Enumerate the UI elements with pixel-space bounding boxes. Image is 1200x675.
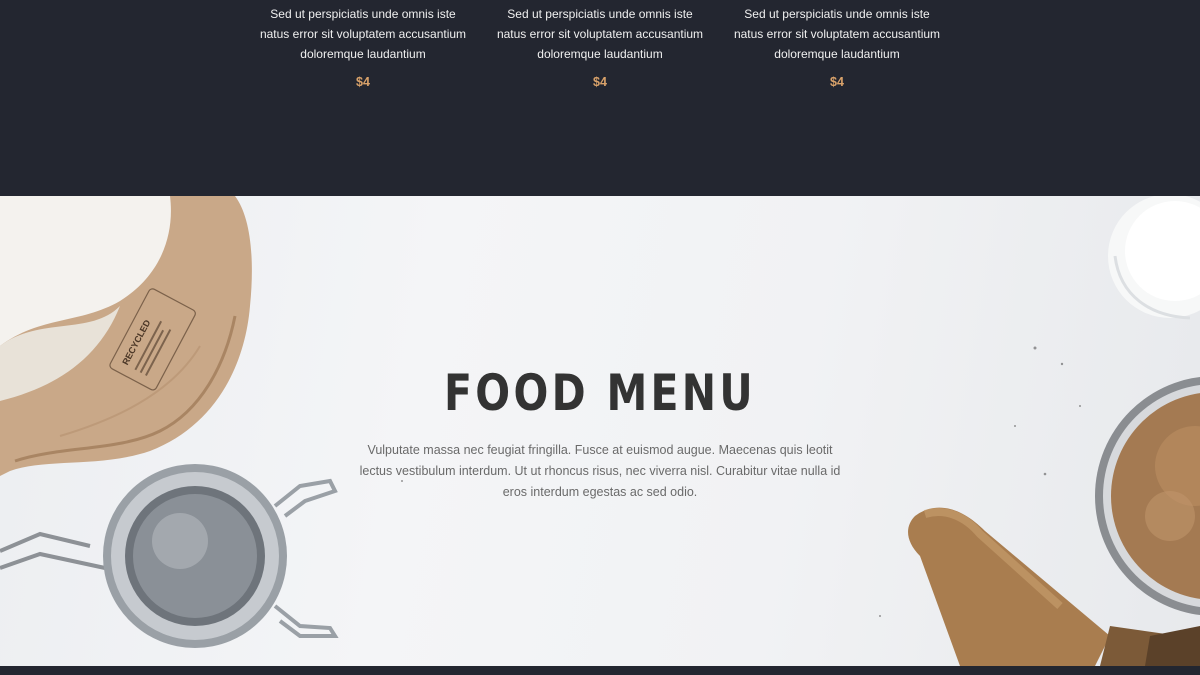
flour-bag-image: RECYCLED bbox=[0, 196, 252, 476]
sifter-image bbox=[0, 464, 339, 648]
menu-item-price: $4 bbox=[830, 75, 844, 89]
milk-glass-image bbox=[1108, 196, 1200, 320]
menu-item-card: Sed ut perspiciatis unde omnis iste natu… bbox=[258, 4, 468, 89]
menu-item-price: $4 bbox=[356, 75, 370, 89]
menu-item-description: Sed ut perspiciatis unde omnis iste natu… bbox=[496, 7, 704, 61]
menu-item-card: Sed ut perspiciatis unde omnis iste natu… bbox=[495, 4, 705, 89]
menu-items-section: Sed ut perspiciatis unde omnis iste natu… bbox=[0, 0, 1200, 196]
banner-description: Vulputate massa nec feugiat fringilla. F… bbox=[359, 443, 841, 499]
menu-item-description: Sed ut perspiciatis unde omnis iste natu… bbox=[733, 7, 941, 61]
page-title: FOOD MENU bbox=[444, 364, 756, 422]
menu-item-description: Sed ut perspiciatis unde omnis iste natu… bbox=[259, 7, 467, 61]
sugar-bowl-image bbox=[1095, 376, 1200, 616]
food-menu-banner: RECYCLED FOOD MENU Vulputate massa nec f… bbox=[0, 196, 1200, 666]
menu-item-card: Sed ut perspiciatis unde omnis iste natu… bbox=[732, 4, 942, 89]
banner-background-image: RECYCLED bbox=[0, 196, 1200, 666]
menu-item-price: $4 bbox=[593, 75, 607, 89]
section-divider bbox=[0, 666, 1200, 675]
